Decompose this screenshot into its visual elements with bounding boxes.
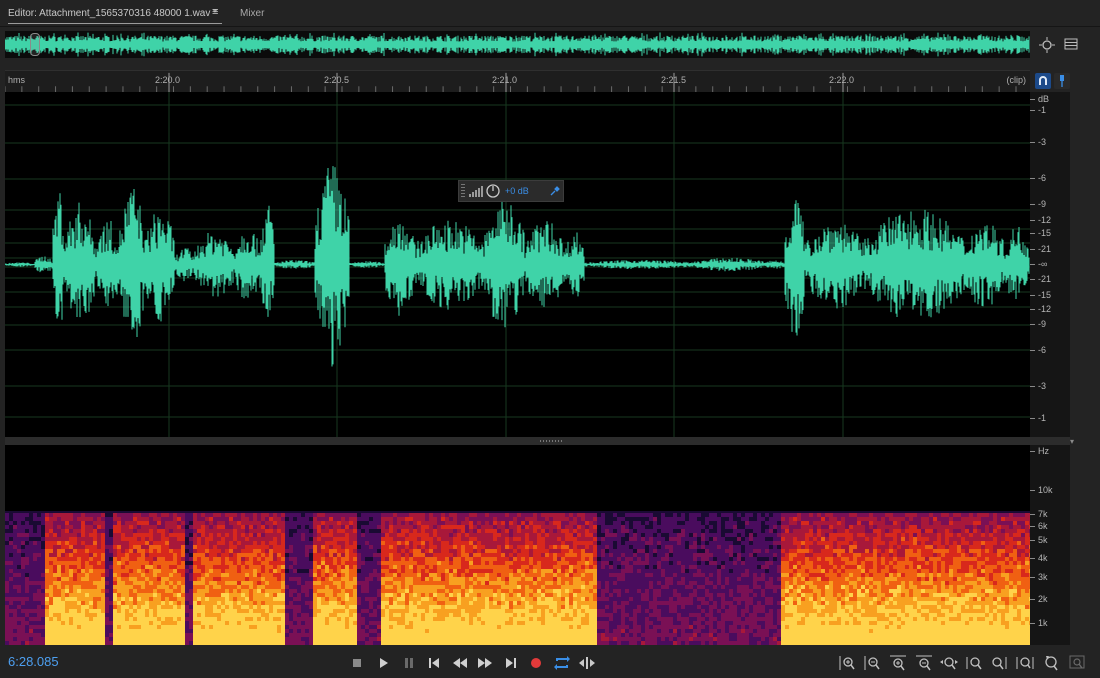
zoom-in-time-icon[interactable] <box>888 653 908 673</box>
active-tab-indicator <box>8 23 222 24</box>
panel-menu-icon[interactable] <box>1064 38 1078 50</box>
tab-menu-icon[interactable]: ≡ <box>212 6 218 18</box>
hz-tick-label: 1k <box>1030 618 1048 628</box>
hz-tick-label: 3k <box>1030 572 1048 582</box>
db-tick-label: -3 <box>1029 137 1047 147</box>
fast-forward-icon[interactable] <box>476 654 494 672</box>
tab-mixer[interactable]: Mixer <box>240 8 264 19</box>
db-tick-label: -12 <box>1029 215 1052 225</box>
zoom-out-time-icon[interactable] <box>914 653 934 673</box>
snap-icon[interactable] <box>1035 73 1051 89</box>
ruler-clip-label: (clip) <box>1006 75 1027 85</box>
waveform-overview[interactable] <box>5 31 1030 58</box>
db-unit-label: dB <box>1029 94 1050 104</box>
loop-playback-icon[interactable] <box>553 654 571 672</box>
hz-tick-label: 2k <box>1030 594 1048 604</box>
waveform-display[interactable] <box>5 92 1030 437</box>
spectrogram-cells <box>5 513 1030 645</box>
ruler-unit-label: hms <box>8 75 26 85</box>
db-tick-label: -1 <box>1029 105 1047 115</box>
hud-drag-handle[interactable] <box>461 184 465 198</box>
play-icon[interactable] <box>374 654 392 672</box>
skip-selection-icon[interactable] <box>578 654 596 672</box>
volume-knob-icon[interactable] <box>486 184 500 198</box>
waveform <box>5 92 1030 437</box>
overview-waveform <box>5 32 1030 57</box>
ruler-tick-label: 2:22.0 <box>829 75 855 85</box>
hz-tick-label: 6k <box>1030 521 1048 531</box>
tab-editor[interactable]: Editor: Attachment_1565370316 48000 1.wa… <box>8 8 217 19</box>
panel-divider[interactable] <box>5 437 1070 445</box>
zoom-navigator-icon[interactable] <box>1038 36 1056 54</box>
transport-bar: 6:28.085 <box>0 648 1100 678</box>
zoom-out-full-icon[interactable] <box>939 653 959 673</box>
ruler-tick-label: 2:20.5 <box>324 75 350 85</box>
move-to-next-icon[interactable] <box>502 654 520 672</box>
db-tick-label: -15 <box>1029 228 1052 238</box>
overview-waveform-trace <box>5 32 1030 57</box>
zoom-in-at-start-icon[interactable] <box>964 653 984 673</box>
ruler-tick-label: 2:21.5 <box>661 75 687 85</box>
pin-icon[interactable] <box>1054 73 1070 89</box>
move-to-previous-icon[interactable] <box>425 654 443 672</box>
spectral-frequency-display[interactable] <box>5 445 1030 645</box>
amplitude-ruler[interactable]: dB -1 -3 -6 -9 -12 -15 -21 -∞ -21 -15 -1… <box>1029 92 1070 437</box>
zoom-out-amplitude-icon[interactable] <box>862 653 882 673</box>
db-tick-label: -12 <box>1029 304 1052 314</box>
db-tick-label: -9 <box>1029 319 1047 329</box>
db-tick-label: -21 <box>1029 274 1052 284</box>
hz-tick-label: 5k <box>1030 535 1048 545</box>
hud-pin-icon[interactable] <box>549 185 561 197</box>
overview-viewport-handle[interactable] <box>30 33 40 56</box>
db-tick-label: -1 <box>1029 413 1047 423</box>
ruler-tick-label: 2:20.0 <box>155 75 181 85</box>
zoom-in-amplitude-icon[interactable] <box>837 653 857 673</box>
hz-unit-label: Hz <box>1030 446 1049 456</box>
frequency-ruler[interactable]: Hz 10k 7k 6k 5k 4k 3k 2k 1k <box>1030 445 1070 645</box>
stop-icon[interactable] <box>348 654 366 672</box>
db-tick-label: -9 <box>1029 199 1047 209</box>
collapse-arrow-icon[interactable]: ▾ <box>1070 437 1074 446</box>
hz-tick-label: 10k <box>1030 485 1053 495</box>
db-tick-label: -∞ <box>1029 259 1048 269</box>
zoom-to-clip-icon[interactable] <box>1067 653 1087 673</box>
spectrogram <box>5 511 1030 645</box>
zoom-to-selection-icon[interactable] <box>1015 653 1035 673</box>
db-tick-label: -21 <box>1029 244 1052 254</box>
db-tick-label: -6 <box>1029 173 1047 183</box>
level-meter-icon <box>469 186 483 197</box>
current-time-display[interactable]: 6:28.085 <box>8 654 59 669</box>
db-tick-label: -15 <box>1029 290 1052 300</box>
rewind-icon[interactable] <box>451 654 469 672</box>
pause-icon[interactable] <box>400 654 418 672</box>
ruler-tick-label: 2:21.0 <box>492 75 518 85</box>
divider-grip[interactable] <box>540 440 562 442</box>
time-ruler[interactable]: hms 2:20.0 2:20.5 2:21.0 2:21.5 2:22.0 (… <box>5 70 1030 92</box>
record-icon[interactable] <box>527 654 545 672</box>
zoom-in-at-end-icon[interactable] <box>989 653 1009 673</box>
volume-hud[interactable]: +0 dB <box>458 180 564 202</box>
db-tick-label: -3 <box>1029 381 1047 391</box>
volume-value[interactable]: +0 dB <box>505 186 529 196</box>
hz-tick-label: 7k <box>1030 509 1048 519</box>
reset-zoom-icon[interactable] <box>1041 653 1061 673</box>
hz-tick-label: 4k <box>1030 553 1048 563</box>
editor-tab-bar: Editor: Attachment_1565370316 48000 1.wa… <box>0 0 1100 27</box>
db-tick-label: -6 <box>1029 345 1047 355</box>
